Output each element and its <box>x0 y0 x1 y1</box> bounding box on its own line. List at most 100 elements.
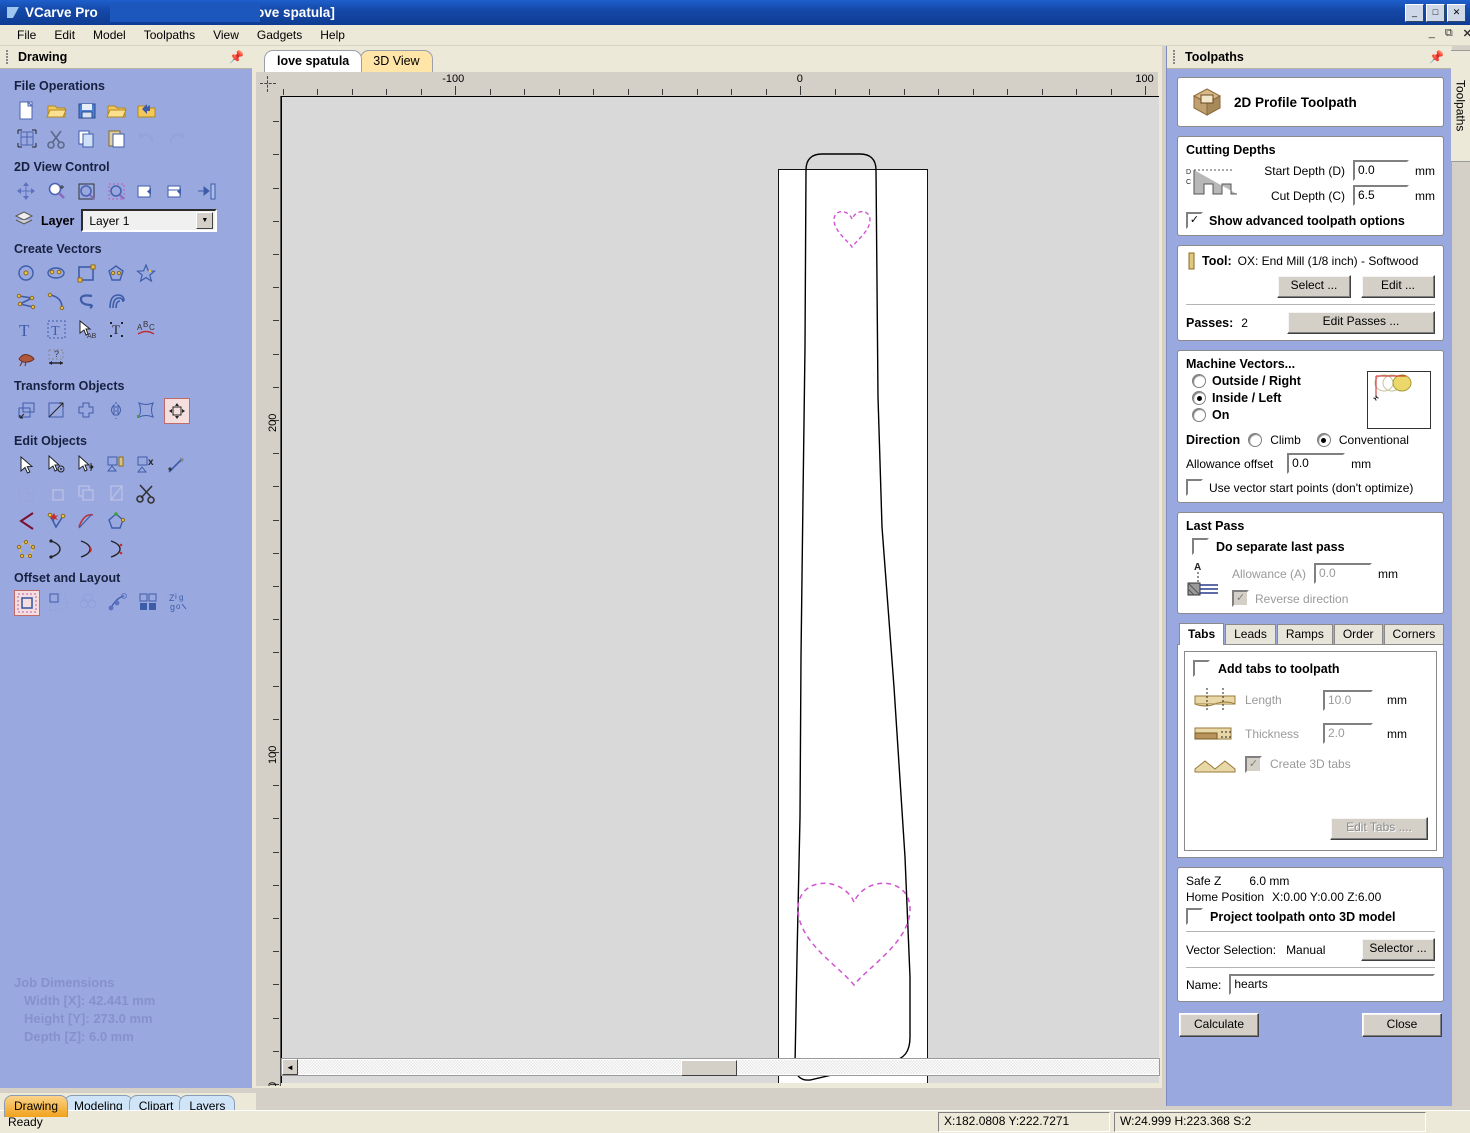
move-objects-icon[interactable] <box>14 398 38 422</box>
menu-help[interactable]: Help <box>311 26 354 44</box>
scale-objects-icon[interactable] <box>44 398 68 422</box>
import-file-icon[interactable] <box>134 98 158 122</box>
pin-icon[interactable]: 📌 <box>1429 50 1444 64</box>
open-file-icon[interactable] <box>44 98 68 122</box>
option-tab-ramps[interactable]: Ramps <box>1277 624 1333 645</box>
copy-icon[interactable] <box>74 126 98 150</box>
draw-polygon-icon[interactable] <box>104 261 128 285</box>
create-3d-tabs-checkbox[interactable]: ✓ <box>1245 756 1262 773</box>
move-tool-icon[interactable] <box>74 453 98 477</box>
menu-file[interactable]: File <box>8 26 45 44</box>
set-start-point-icon[interactable] <box>104 537 128 561</box>
cut-depth-input[interactable]: 6.5 <box>1353 185 1409 206</box>
select-tool-button[interactable]: Select ... <box>1277 275 1351 298</box>
zoom-in-icon[interactable] <box>44 179 68 203</box>
menu-model[interactable]: Model <box>84 26 135 44</box>
nest-parts-icon[interactable] <box>46 590 70 614</box>
select-all-icon[interactable] <box>14 126 38 150</box>
draw-polyline-icon[interactable] <box>14 289 38 313</box>
distort-objects-icon[interactable] <box>74 398 98 422</box>
radio-conventional[interactable] <box>1317 433 1331 447</box>
tab-drawing[interactable]: Drawing <box>4 1095 68 1117</box>
edit-tabs-button[interactable]: Edit Tabs .... <box>1330 817 1428 840</box>
block-copy-icon[interactable] <box>136 590 160 614</box>
zoom-fit-icon[interactable] <box>164 179 188 203</box>
mdi-close-button[interactable]: ✕ <box>1463 27 1470 40</box>
envelope-distort-icon[interactable] <box>134 398 158 422</box>
paste-icon[interactable] <box>104 126 128 150</box>
scroll-left-icon[interactable]: ◄ <box>282 1059 298 1075</box>
array-copy-icon[interactable] <box>76 590 100 614</box>
zoom-to-width-icon[interactable] <box>134 179 158 203</box>
weld-icon[interactable] <box>14 481 38 505</box>
edit-text-icon[interactable]: AB <box>74 317 98 341</box>
drag-grip-icon[interactable] <box>3 50 13 64</box>
mirror-objects-icon[interactable] <box>104 398 128 422</box>
option-tab-order[interactable]: Order <box>1334 624 1383 645</box>
draw-circle-icon[interactable] <box>14 261 38 285</box>
start-depth-input[interactable]: 0.0 <box>1353 160 1409 181</box>
menu-edit[interactable]: Edit <box>45 26 84 44</box>
intersect-icon[interactable] <box>74 481 98 505</box>
draw-curve-icon[interactable] <box>74 289 98 313</box>
mdi-restore-button[interactable]: ⧉ <box>1445 27 1453 40</box>
radio-outside-right[interactable] <box>1192 374 1206 388</box>
align-objects-icon[interactable] <box>164 398 190 424</box>
redo-icon[interactable] <box>164 126 188 150</box>
trace-bitmap-icon[interactable] <box>14 345 38 369</box>
vertical-ruler[interactable]: 0100200 <box>256 96 281 1086</box>
trim-scissors-icon[interactable] <box>134 481 158 505</box>
mdi-minimize-button[interactable]: _ <box>1429 27 1435 40</box>
option-tab-corners[interactable]: Corners <box>1384 624 1445 645</box>
draw-text-icon[interactable]: T <box>14 317 38 341</box>
reverse-direction-checkbox[interactable]: ✓ <box>1232 590 1249 607</box>
start-point-icon[interactable] <box>44 537 68 561</box>
scroll-thumb[interactable] <box>681 1060 737 1076</box>
text-on-arc-icon[interactable]: ABC <box>134 317 158 341</box>
chevron-down-icon[interactable]: ▼ <box>196 212 213 229</box>
measure-icon[interactable]: ? <box>44 345 68 369</box>
last-pass-allowance-input[interactable]: 0.0 <box>1314 563 1372 584</box>
tab-length-input[interactable]: 10.0 <box>1323 690 1373 711</box>
subtract-icon[interactable] <box>44 481 68 505</box>
view-tab-3d-view[interactable]: 3D View <box>360 50 432 72</box>
toolpaths-side-tab[interactable]: Toolpaths <box>1451 50 1470 162</box>
radio-climb[interactable] <box>1248 433 1262 447</box>
show-advanced-checkbox[interactable]: ✓ <box>1186 212 1203 229</box>
save-file-icon[interactable] <box>74 98 98 122</box>
add-node-icon[interactable] <box>44 509 68 533</box>
toolpath-name-input[interactable]: hearts <box>1229 974 1435 995</box>
edit-passes-button[interactable]: Edit Passes ... <box>1287 311 1435 334</box>
draw-arc-icon[interactable] <box>44 289 68 313</box>
project-toolpath-checkbox[interactable] <box>1186 908 1203 925</box>
view-tab-love-spatula[interactable]: love spatula <box>264 50 362 72</box>
horizontal-ruler[interactable]: -1000100 <box>280 72 1158 97</box>
node-points-icon[interactable] <box>14 537 38 561</box>
new-file-icon[interactable] <box>14 98 38 122</box>
separate-last-pass-checkbox[interactable] <box>1192 538 1209 555</box>
calculate-button[interactable]: Calculate <box>1179 1013 1259 1037</box>
close-toolpath-button[interactable]: Close <box>1362 1013 1442 1037</box>
option-tab-tabs[interactable]: Tabs <box>1179 623 1224 645</box>
measure-line-icon[interactable] <box>164 453 188 477</box>
draw-star-icon[interactable] <box>134 261 158 285</box>
canvas-2d[interactable] <box>281 96 1159 1083</box>
draw-ellipse-icon[interactable] <box>44 261 68 285</box>
delete-vectors-icon[interactable]: x <box>134 453 158 477</box>
fillet-icon[interactable] <box>14 509 38 533</box>
radio-on[interactable] <box>1192 408 1206 422</box>
radio-inside-left[interactable] <box>1192 391 1206 405</box>
option-tab-leads[interactable]: Leads <box>1225 624 1276 645</box>
offset-vectors-icon[interactable] <box>14 590 40 616</box>
undo-icon[interactable] <box>134 126 158 150</box>
text-in-box-icon[interactable]: T <box>44 317 68 341</box>
pan-icon[interactable] <box>14 179 38 203</box>
horizontal-scrollbar[interactable]: ◄ <box>281 1058 1160 1076</box>
node-edit-icon[interactable] <box>44 453 68 477</box>
draw-spiral-icon[interactable] <box>104 289 128 313</box>
join-vectors-icon[interactable] <box>104 453 128 477</box>
zigzag-layout-icon[interactable]: Ziggo <box>166 590 190 614</box>
tab-thickness-input[interactable]: 2.0 <box>1323 723 1373 744</box>
drag-grip-icon[interactable] <box>1170 50 1180 64</box>
maximize-button[interactable]: □ <box>1426 4 1445 22</box>
